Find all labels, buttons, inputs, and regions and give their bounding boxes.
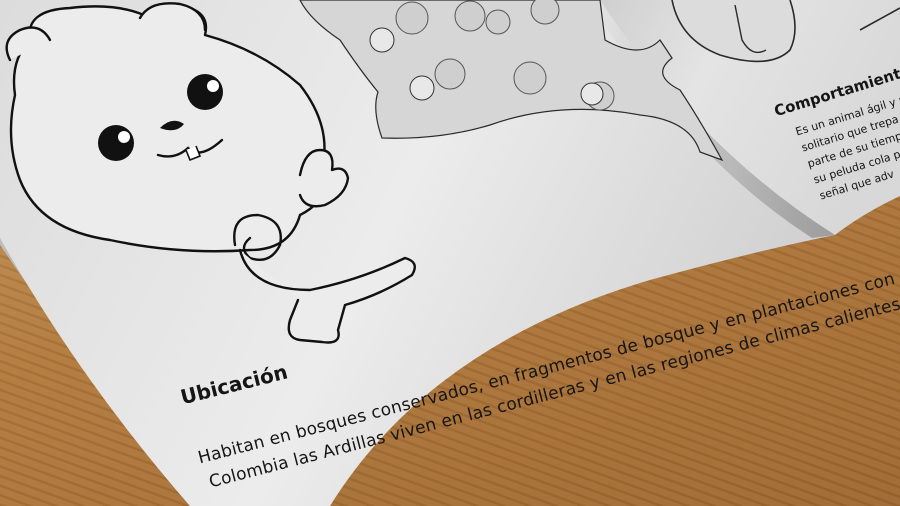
squirrel-right-eye <box>187 74 223 110</box>
squirrel-left-eye <box>98 125 134 161</box>
